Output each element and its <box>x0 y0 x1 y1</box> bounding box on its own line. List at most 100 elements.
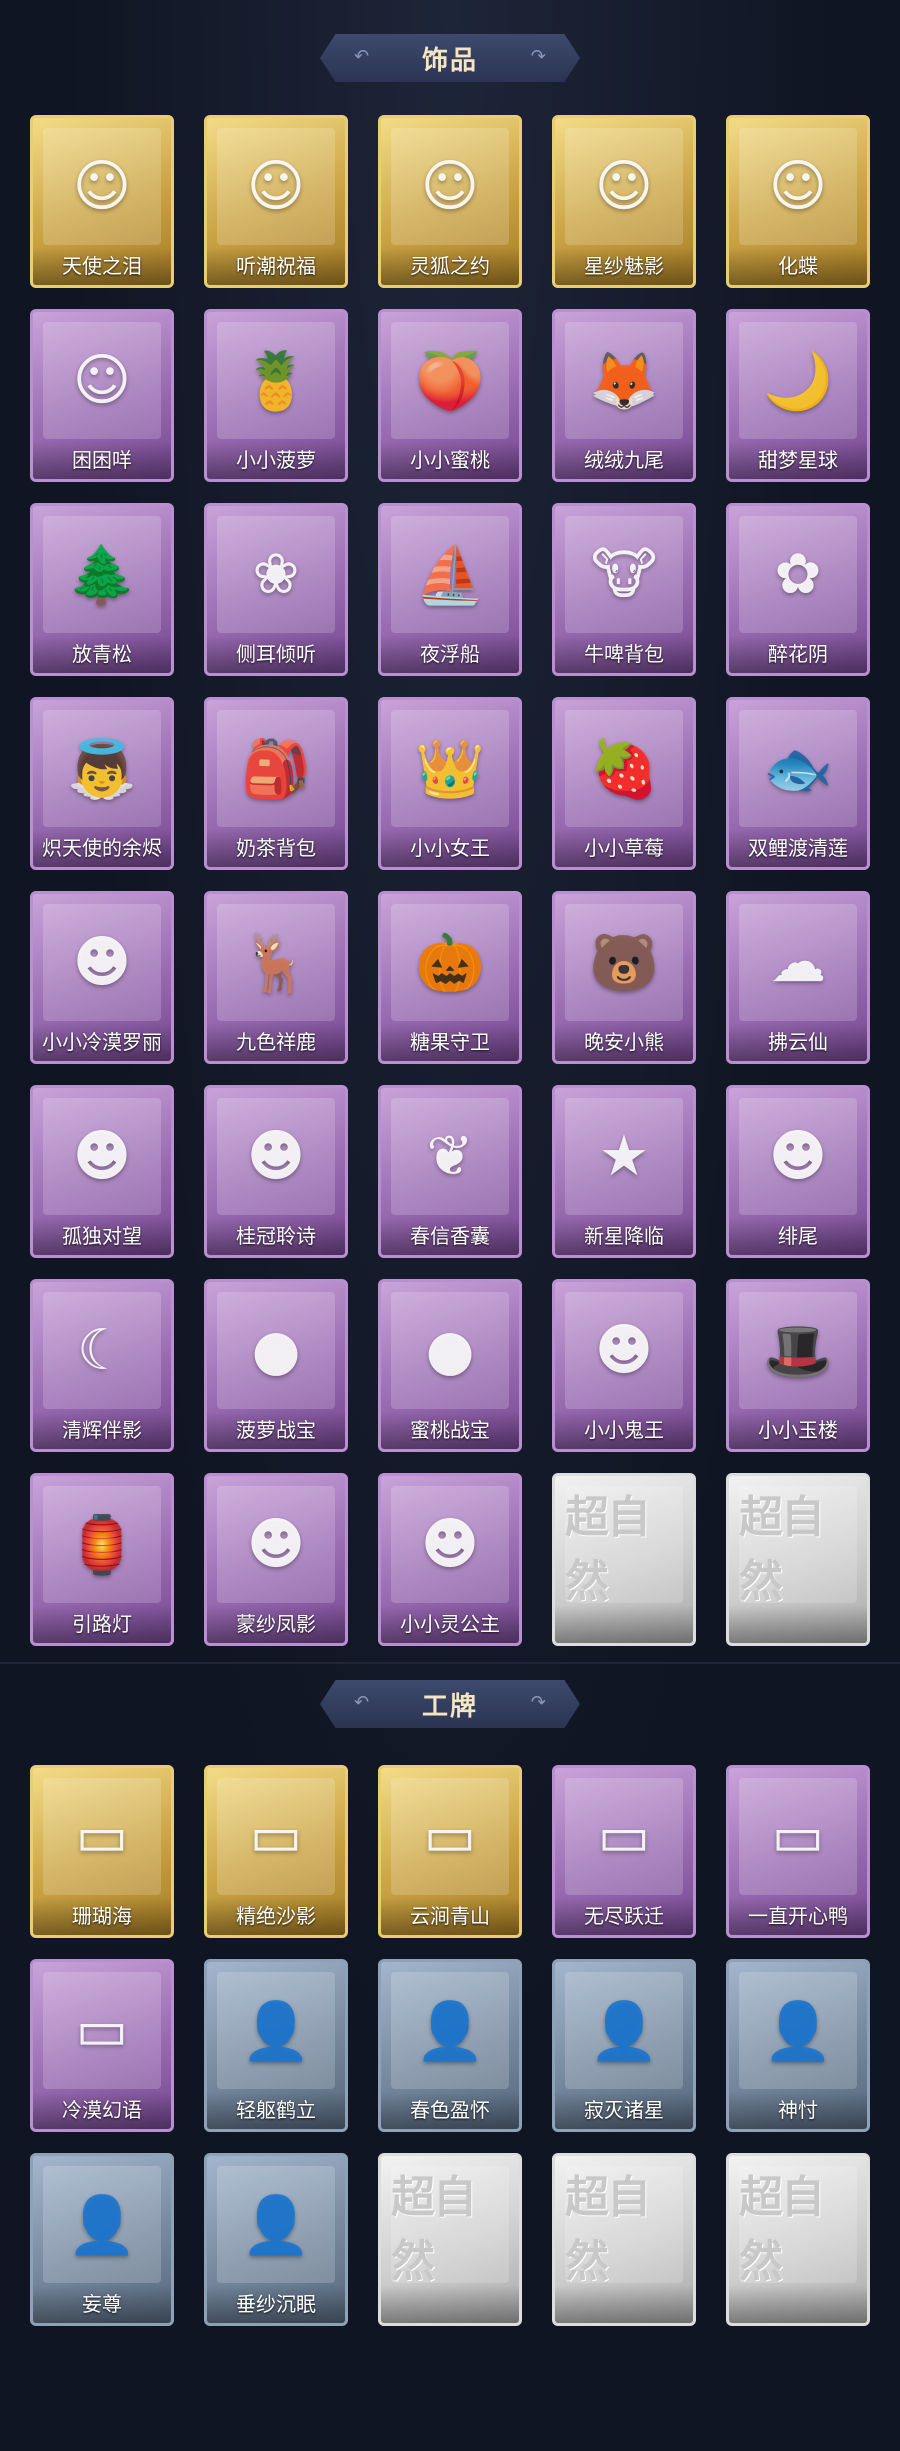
item-card[interactable]: 🦌 九色祥鹿 <box>204 891 348 1064</box>
item-card[interactable]: 👤 垂纱沉眠 <box>204 2153 348 2326</box>
item-card[interactable]: 🍓 小小草莓 <box>552 697 696 870</box>
item-card[interactable]: 🍑 小小蜜桃 <box>378 309 522 482</box>
ghost-ship-icon: ⛵ <box>415 542 485 608</box>
swirl-decor-icon: ↷ <box>530 1692 546 1713</box>
item-card[interactable]: 👤 轻躯鹤立 <box>204 1959 348 2132</box>
item-art: 🌲 <box>43 516 161 633</box>
item-card[interactable]: 👤 春色盈怀 <box>378 1959 522 2132</box>
item-card[interactable]: ☻ 蒙纱凤影 <box>204 1473 348 1646</box>
item-card[interactable]: 🌙 甜梦星球 <box>726 309 870 482</box>
dreamcatcher-icon: ✿ <box>774 542 822 607</box>
moon-planet-icon: 🌙 <box>763 348 833 414</box>
section-title-text: 工牌 <box>421 1691 478 1722</box>
item-card[interactable]: 超自然 <box>378 2153 522 2326</box>
item-card[interactable]: 超自然 <box>552 1473 696 1646</box>
item-name: 无尽跃迁 <box>555 1897 693 1935</box>
item-card[interactable]: ▭ 云涧青山 <box>378 1765 522 1938</box>
item-art: 🦊 <box>565 322 683 439</box>
locked-logo-icon: 超自然 <box>739 1491 825 1607</box>
item-card[interactable]: ★ 新星降临 <box>552 1085 696 1258</box>
item-card[interactable]: ● 菠萝战宝 <box>204 1279 348 1452</box>
item-card[interactable]: ☺ 听潮祝福 <box>204 115 348 288</box>
item-art: ▭ <box>739 1778 857 1895</box>
item-card[interactable]: 超自然 <box>552 2153 696 2326</box>
item-name: 醉花阴 <box>729 635 867 673</box>
item-art: ▭ <box>217 1778 335 1895</box>
item-card[interactable]: 👤 寂灭诸星 <box>552 1959 696 2132</box>
item-card[interactable]: ▭ 精绝沙影 <box>204 1765 348 1938</box>
item-card[interactable]: 👼 炽天使的余烬 <box>30 697 174 870</box>
item-art: 🐮 <box>565 516 683 633</box>
item-name: 神忖 <box>729 2091 867 2129</box>
item-art: ▭ <box>391 1778 509 1895</box>
item-card[interactable]: ☻ 小小灵公主 <box>378 1473 522 1646</box>
item-card[interactable]: 👑 小小女王 <box>378 697 522 870</box>
item-card[interactable]: ▭ 珊瑚海 <box>30 1765 174 1938</box>
item-art: ☺ <box>739 128 857 245</box>
item-name: 菠萝战宝 <box>207 1411 345 1449</box>
peach-pet-icon: 🍑 <box>415 348 485 414</box>
item-card[interactable]: 🦊 绒绒九尾 <box>552 309 696 482</box>
item-card[interactable]: ▭ 一直开心鸭 <box>726 1765 870 1938</box>
item-card[interactable]: ☻ 绯尾 <box>726 1085 870 1258</box>
item-card[interactable]: ☻ 小小鬼王 <box>552 1279 696 1452</box>
item-card[interactable]: ▭ 冷漠幻语 <box>30 1959 174 2132</box>
item-name: 小小草莓 <box>555 829 693 867</box>
item-art: 🐻 <box>565 904 683 1021</box>
item-card[interactable]: 🎒 奶茶背包 <box>204 697 348 870</box>
item-card[interactable]: 🍍 小小菠萝 <box>204 309 348 482</box>
section-title-accessories: ↶ 饰品 ↷ <box>320 34 580 82</box>
galaxy-badge-icon: ▭ <box>597 1804 651 1869</box>
item-name: 引路灯 <box>33 1605 171 1643</box>
item-card[interactable]: ☻ 孤独对望 <box>30 1085 174 1258</box>
item-card[interactable]: ❦ 春信香囊 <box>378 1085 522 1258</box>
fox-girl-charm-icon: ☻ <box>768 1124 828 1189</box>
item-card[interactable]: 🐮 牛啤背包 <box>552 503 696 676</box>
bear-charm-icon: 🐻 <box>589 930 659 996</box>
item-card[interactable]: 超自然 <box>726 2153 870 2326</box>
item-card[interactable]: 🏮 引路灯 <box>30 1473 174 1646</box>
item-name: 绒绒九尾 <box>555 441 693 479</box>
item-name: 桂冠聆诗 <box>207 1217 345 1255</box>
silhouette-badge-icon: 👤 <box>415 1998 485 2064</box>
item-card[interactable]: 👤 神忖 <box>726 1959 870 2132</box>
item-card[interactable]: ✿ 醉花阴 <box>726 503 870 676</box>
item-art: ☺ <box>565 128 683 245</box>
item-card[interactable]: 🎃 糖果守卫 <box>378 891 522 1064</box>
item-card[interactable]: ▭ 无尽跃迁 <box>552 1765 696 1938</box>
item-card[interactable]: ⛵ 夜浮船 <box>378 503 522 676</box>
item-art: 👑 <box>391 710 509 827</box>
item-art: 👼 <box>43 710 161 827</box>
item-card[interactable]: 超自然 <box>726 1473 870 1646</box>
locked-logo-icon: 超自然 <box>565 1491 651 1607</box>
item-name: 小小玉楼 <box>729 1411 867 1449</box>
item-card[interactable]: ❀ 侧耳倾听 <box>204 503 348 676</box>
item-card[interactable]: ☺ 星纱魅影 <box>552 115 696 288</box>
item-card[interactable]: ☺ 化蝶 <box>726 115 870 288</box>
item-art: ☻ <box>217 1486 335 1603</box>
item-card[interactable]: ☾ 清辉伴影 <box>30 1279 174 1452</box>
item-card[interactable]: ☻ 桂冠聆诗 <box>204 1085 348 1258</box>
item-art: 🍓 <box>565 710 683 827</box>
strawberry-pet-icon: 🍓 <box>589 736 659 802</box>
swirl-decor-icon: ↷ <box>530 46 546 67</box>
item-card[interactable]: ● 蜜桃战宝 <box>378 1279 522 1452</box>
item-name <box>729 2285 867 2323</box>
item-card[interactable]: 🌲 放青松 <box>30 503 174 676</box>
item-card[interactable]: 🐻 晚安小熊 <box>552 891 696 1064</box>
item-card[interactable]: ☁ 拂云仙 <box>726 891 870 1064</box>
item-card[interactable]: 🐟 双鲤渡清莲 <box>726 697 870 870</box>
bust-icon: ☺ <box>72 348 132 413</box>
item-art: 超自然 <box>565 1486 683 1607</box>
item-card[interactable]: 👤 妄尊 <box>30 2153 174 2326</box>
item-card[interactable]: ☻ 小小冷漠罗丽 <box>30 891 174 1064</box>
item-name: 春信香囊 <box>381 1217 519 1255</box>
item-name: 春色盈怀 <box>381 2091 519 2129</box>
seraph-doll-icon: 👼 <box>67 736 137 802</box>
peach-robot-charm-icon: ● <box>425 1318 475 1383</box>
item-card[interactable]: 🎩 小小玉楼 <box>726 1279 870 1452</box>
flower-ear-ornament-icon: ❀ <box>252 542 300 607</box>
item-card[interactable]: ☺ 困困咩 <box>30 309 174 482</box>
item-card[interactable]: ☺ 天使之泪 <box>30 115 174 288</box>
item-card[interactable]: ☺ 灵狐之约 <box>378 115 522 288</box>
